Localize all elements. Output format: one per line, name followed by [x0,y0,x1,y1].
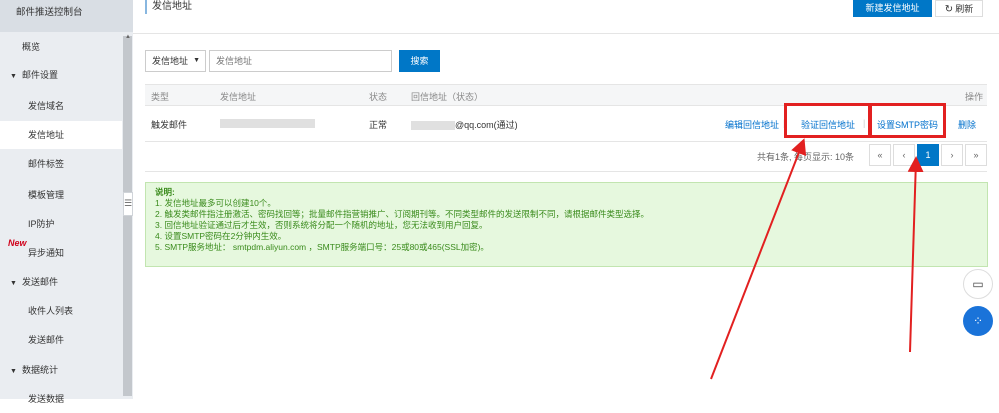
annotation-arrow-verify [710,138,807,380]
annotation-arrow-smtp [907,156,924,353]
apps-icon[interactable]: ⁘ [963,306,993,336]
annotation-arrows [710,138,924,380]
feedback-icon[interactable]: ▭ [963,269,993,299]
